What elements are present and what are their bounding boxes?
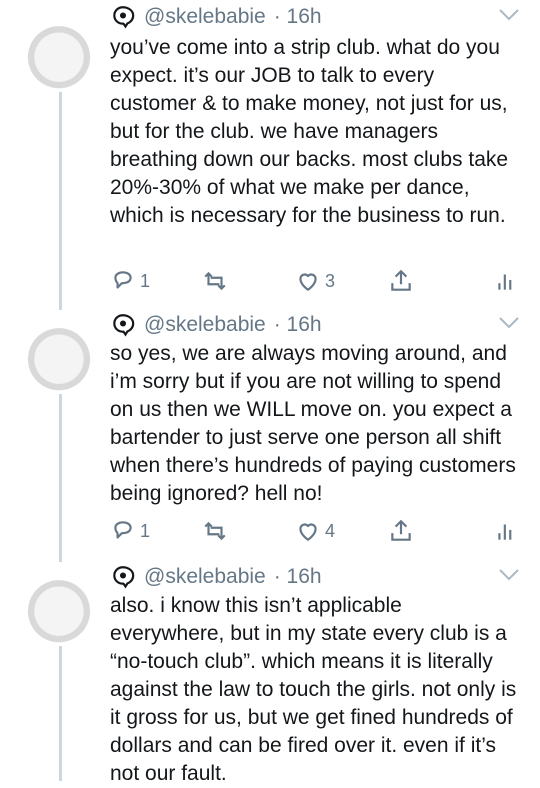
reply-icon: [114, 521, 132, 539]
tweet-actions: 1 4: [110, 516, 520, 546]
tweet-handle[interactable]: @skelebabie: [144, 565, 266, 589]
tweet-time[interactable]: · 16h: [274, 313, 322, 337]
avatar[interactable]: [18, 310, 100, 392]
tweet-header: @skelebabie · 16h: [110, 562, 322, 592]
tweet-text: you’ve come into a strip club. what do y…: [110, 36, 514, 227]
tweet-1[interactable]: @skelebabie · 16h you’ve come into a str…: [0, 0, 540, 310]
retweet-button[interactable]: [202, 518, 228, 544]
share-icon: [391, 269, 411, 291]
reply-button[interactable]: 1: [110, 518, 150, 544]
chevron-down-icon[interactable]: [498, 568, 520, 582]
reply-indicator-icon: [110, 564, 136, 590]
analytics-button[interactable]: [494, 268, 520, 294]
analytics-icon: [498, 524, 512, 540]
thread-line: [59, 92, 62, 310]
heart-icon: [299, 523, 317, 541]
tweet-3[interactable]: @skelebabie · 16h also. i know this isn’…: [0, 562, 540, 785]
tweet-header: @skelebabie · 16h: [110, 310, 322, 340]
retweet-icon: [204, 521, 226, 541]
analytics-icon: [498, 274, 512, 290]
retweet-icon: [204, 271, 226, 291]
share-button[interactable]: [388, 268, 414, 294]
tweet-actions: 1 3: [110, 266, 520, 296]
like-button[interactable]: 3: [295, 268, 335, 294]
avatar[interactable]: [18, 562, 100, 644]
tweet-header: @skelebabie · 16h: [110, 2, 322, 32]
reply-count: 1: [140, 270, 151, 291]
tweet-handle[interactable]: @skelebabie: [144, 5, 266, 29]
like-button[interactable]: 4: [295, 518, 335, 544]
reply-button[interactable]: 1: [110, 268, 150, 294]
chevron-down-icon[interactable]: [498, 8, 520, 22]
heart-icon: [299, 273, 317, 291]
tweet-time[interactable]: · 16h: [274, 5, 322, 29]
share-button[interactable]: [388, 518, 414, 544]
avatar[interactable]: [18, 8, 100, 90]
thread-line: [59, 646, 62, 781]
retweet-button[interactable]: [202, 268, 228, 294]
thread-line: [59, 394, 62, 562]
like-count: 3: [325, 270, 336, 291]
tweet-text: also. i know this isn’t applicable every…: [110, 594, 523, 785]
like-count: 4: [325, 520, 336, 541]
reply-icon: [114, 271, 132, 289]
tweet-time[interactable]: · 16h: [274, 565, 322, 589]
analytics-button[interactable]: [494, 518, 520, 544]
chevron-down-icon[interactable]: [498, 316, 520, 330]
tweet-handle[interactable]: @skelebabie: [144, 313, 266, 337]
tweet-2[interactable]: @skelebabie · 16h so yes, we are always …: [0, 310, 540, 562]
share-icon: [391, 519, 411, 541]
reply-count: 1: [140, 520, 151, 541]
reply-indicator-icon: [110, 312, 136, 338]
reply-indicator-icon: [110, 4, 136, 30]
tweet-text: so yes, we are always moving around, and…: [110, 342, 522, 505]
